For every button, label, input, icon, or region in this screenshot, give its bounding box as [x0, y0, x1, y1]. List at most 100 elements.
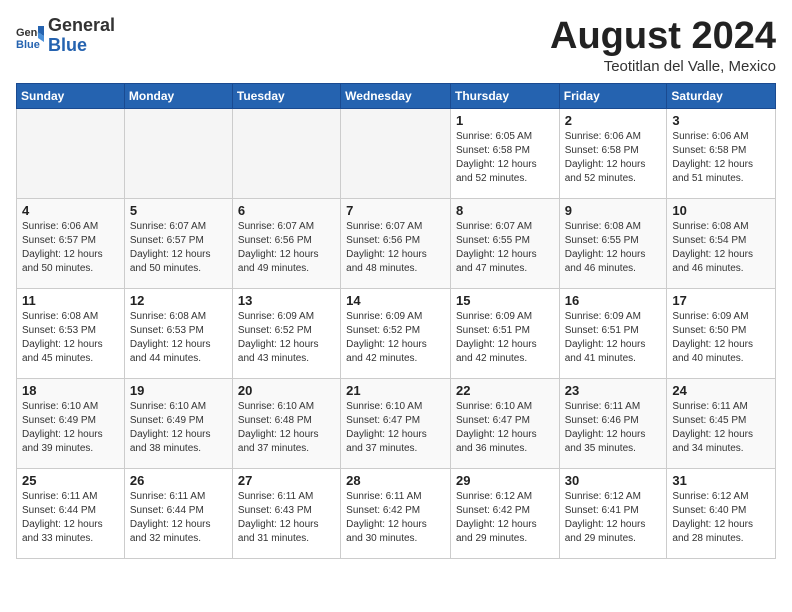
day-info: Sunrise: 6:11 AMSunset: 6:45 PMDaylight:…	[672, 400, 770, 456]
calendar-day-cell: 21 Sunrise: 6:10 AMSunset: 6:47 PMDayligh…	[341, 378, 451, 468]
calendar-day-cell: 14 Sunrise: 6:09 AMSunset: 6:52 PMDayligh…	[341, 288, 451, 378]
calendar-day-cell: 28 Sunrise: 6:11 AMSunset: 6:42 PMDayligh…	[341, 468, 451, 558]
calendar-day-cell: 20Sunrise: 6:10 AMSunset: 6:48 PMDayligh…	[232, 378, 340, 468]
logo-text: General Blue	[48, 16, 115, 56]
calendar-day-cell: 30 Sunrise: 6:12 AMSunset: 6:41 PMDayligh…	[559, 468, 667, 558]
day-number: 17	[672, 293, 770, 308]
day-info: Sunrise: 6:06 AMSunset: 6:58 PMDaylight:…	[672, 130, 770, 186]
day-number: 27	[238, 473, 335, 488]
calendar-day-cell	[232, 108, 340, 198]
calendar-subtitle: Teotitlan del Valle, Mexico	[550, 58, 776, 75]
day-number: 29	[456, 473, 554, 488]
weekday-header: Saturday	[667, 83, 776, 108]
day-number: 21	[346, 383, 445, 398]
day-number: 31	[672, 473, 770, 488]
day-number: 5	[130, 203, 227, 218]
weekday-header: Sunday	[17, 83, 125, 108]
calendar-day-cell: 16 Sunrise: 6:09 AMSunset: 6:51 PMDayligh…	[559, 288, 667, 378]
calendar-title: August 2024	[550, 16, 776, 58]
day-number: 18	[22, 383, 119, 398]
calendar-day-cell	[124, 108, 232, 198]
logo: General Blue General Blue	[16, 16, 115, 56]
calendar-day-cell	[17, 108, 125, 198]
day-info: Sunrise: 6:07 AMSunset: 6:55 PMDaylight:…	[456, 220, 554, 276]
weekday-header: Wednesday	[341, 83, 451, 108]
calendar-day-cell: 27 Sunrise: 6:11 AMSunset: 6:43 PMDayligh…	[232, 468, 340, 558]
day-number: 7	[346, 203, 445, 218]
day-info: Sunrise: 6:09 AMSunset: 6:50 PMDaylight:…	[672, 310, 770, 366]
title-area: August 2024 Teotitlan del Valle, Mexico	[550, 16, 776, 75]
calendar-day-cell: 1Sunrise: 6:05 AMSunset: 6:58 PMDaylight…	[450, 108, 559, 198]
weekday-header-row: SundayMondayTuesdayWednesdayThursdayFrid…	[17, 83, 776, 108]
day-number: 4	[22, 203, 119, 218]
calendar-day-cell: 3 Sunrise: 6:06 AMSunset: 6:58 PMDaylight…	[667, 108, 776, 198]
day-number: 9	[565, 203, 662, 218]
weekday-header: Monday	[124, 83, 232, 108]
day-number: 12	[130, 293, 227, 308]
calendar-week-row: 1Sunrise: 6:05 AMSunset: 6:58 PMDaylight…	[17, 108, 776, 198]
day-info: Sunrise: 6:09 AMSunset: 6:52 PMDaylight:…	[238, 310, 335, 366]
day-info: Sunrise: 6:09 AMSunset: 6:52 PMDaylight:…	[346, 310, 445, 366]
weekday-header: Tuesday	[232, 83, 340, 108]
day-info: Sunrise: 6:07 AMSunset: 6:56 PMDaylight:…	[238, 220, 335, 276]
day-number: 14	[346, 293, 445, 308]
day-info: Sunrise: 6:10 AMSunset: 6:47 PMDaylight:…	[346, 400, 445, 456]
day-number: 26	[130, 473, 227, 488]
weekday-header: Friday	[559, 83, 667, 108]
day-info: Sunrise: 6:11 AMSunset: 6:42 PMDaylight:…	[346, 490, 445, 546]
day-number: 6	[238, 203, 335, 218]
day-info: Sunrise: 6:06 AMSunset: 6:58 PMDaylight:…	[565, 130, 662, 186]
day-info: Sunrise: 6:09 AMSunset: 6:51 PMDaylight:…	[565, 310, 662, 366]
day-info: Sunrise: 6:08 AMSunset: 6:53 PMDaylight:…	[22, 310, 119, 366]
day-number: 13	[238, 293, 335, 308]
calendar-day-cell: 22 Sunrise: 6:10 AMSunset: 6:47 PMDayligh…	[450, 378, 559, 468]
day-info: Sunrise: 6:09 AMSunset: 6:51 PMDaylight:…	[456, 310, 554, 366]
day-info: Sunrise: 6:08 AMSunset: 6:54 PMDaylight:…	[672, 220, 770, 276]
calendar-day-cell: 17 Sunrise: 6:09 AMSunset: 6:50 PMDayligh…	[667, 288, 776, 378]
logo-blue-text: Blue	[48, 35, 87, 55]
day-number: 16	[565, 293, 662, 308]
calendar-day-cell: 13 Sunrise: 6:09 AMSunset: 6:52 PMDayligh…	[232, 288, 340, 378]
calendar-week-row: 11 Sunrise: 6:08 AMSunset: 6:53 PMDayligh…	[17, 288, 776, 378]
day-info: Sunrise: 6:10 AMSunset: 6:49 PMDaylight:…	[130, 400, 227, 456]
calendar-day-cell: 26Sunrise: 6:11 AMSunset: 6:44 PMDayligh…	[124, 468, 232, 558]
calendar-day-cell: 2 Sunrise: 6:06 AMSunset: 6:58 PMDaylight…	[559, 108, 667, 198]
calendar-day-cell: 25Sunrise: 6:11 AMSunset: 6:44 PMDayligh…	[17, 468, 125, 558]
day-number: 19	[130, 383, 227, 398]
day-number: 11	[22, 293, 119, 308]
day-number: 22	[456, 383, 554, 398]
day-number: 28	[346, 473, 445, 488]
calendar-day-cell: 19 Sunrise: 6:10 AMSunset: 6:49 PMDayligh…	[124, 378, 232, 468]
calendar-week-row: 25Sunrise: 6:11 AMSunset: 6:44 PMDayligh…	[17, 468, 776, 558]
calendar-table: SundayMondayTuesdayWednesdayThursdayFrid…	[16, 83, 776, 559]
day-info: Sunrise: 6:10 AMSunset: 6:47 PMDaylight:…	[456, 400, 554, 456]
calendar-week-row: 18 Sunrise: 6:10 AMSunset: 6:49 PMDayligh…	[17, 378, 776, 468]
logo-icon: General Blue	[16, 22, 44, 50]
calendar-day-cell: 31 Sunrise: 6:12 AMSunset: 6:40 PMDayligh…	[667, 468, 776, 558]
calendar-day-cell: 6 Sunrise: 6:07 AMSunset: 6:56 PMDaylight…	[232, 198, 340, 288]
calendar-day-cell: 15Sunrise: 6:09 AMSunset: 6:51 PMDayligh…	[450, 288, 559, 378]
day-info: Sunrise: 6:05 AMSunset: 6:58 PMDaylight:…	[456, 130, 554, 186]
svg-text:Blue: Blue	[16, 39, 40, 50]
day-number: 23	[565, 383, 662, 398]
day-number: 3	[672, 113, 770, 128]
page-header: General Blue General Blue August 2024 Te…	[16, 16, 776, 75]
day-number: 10	[672, 203, 770, 218]
calendar-day-cell: 8Sunrise: 6:07 AMSunset: 6:55 PMDaylight…	[450, 198, 559, 288]
calendar-day-cell: 18Sunrise: 6:10 AMSunset: 6:49 PMDayligh…	[17, 378, 125, 468]
weekday-header: Thursday	[450, 83, 559, 108]
day-info: Sunrise: 6:07 AMSunset: 6:57 PMDaylight:…	[130, 220, 227, 276]
day-info: Sunrise: 6:11 AMSunset: 6:43 PMDaylight:…	[238, 490, 335, 546]
calendar-day-cell: 23Sunrise: 6:11 AMSunset: 6:46 PMDayligh…	[559, 378, 667, 468]
day-number: 20	[238, 383, 335, 398]
calendar-day-cell	[341, 108, 451, 198]
day-info: Sunrise: 6:12 AMSunset: 6:40 PMDaylight:…	[672, 490, 770, 546]
calendar-day-cell: 12Sunrise: 6:08 AMSunset: 6:53 PMDayligh…	[124, 288, 232, 378]
calendar-day-cell: 9Sunrise: 6:08 AMSunset: 6:55 PMDaylight…	[559, 198, 667, 288]
day-info: Sunrise: 6:12 AMSunset: 6:41 PMDaylight:…	[565, 490, 662, 546]
day-info: Sunrise: 6:11 AMSunset: 6:44 PMDaylight:…	[22, 490, 119, 546]
day-info: Sunrise: 6:07 AMSunset: 6:56 PMDaylight:…	[346, 220, 445, 276]
day-number: 2	[565, 113, 662, 128]
day-info: Sunrise: 6:06 AMSunset: 6:57 PMDaylight:…	[22, 220, 119, 276]
day-number: 30	[565, 473, 662, 488]
